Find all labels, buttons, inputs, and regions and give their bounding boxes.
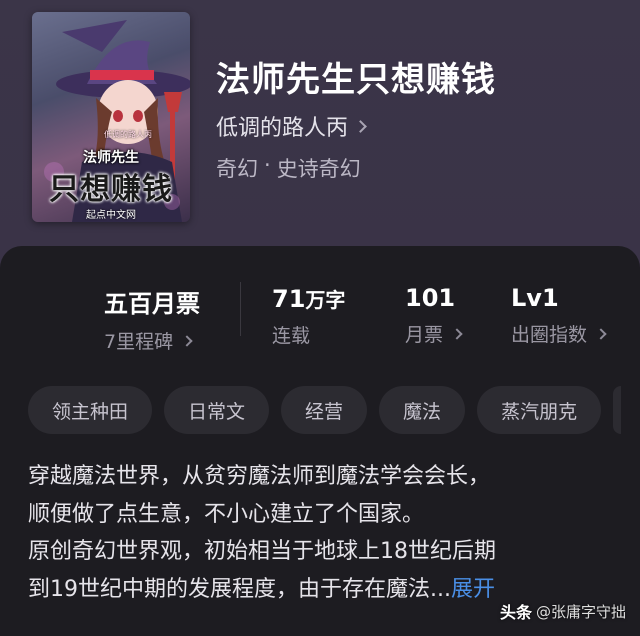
tag-chip[interactable]: 日常文: [164, 386, 270, 434]
stat-monthly-tickets-label: 月票: [405, 324, 444, 346]
stat-breakout-index[interactable]: Lv1 出圈指数: [511, 284, 607, 347]
genre-main[interactable]: 奇幻: [216, 153, 258, 183]
watermark-handle: @张庸字守拙: [535, 602, 626, 621]
genre-row: 奇幻 · 史诗奇幻: [216, 153, 361, 183]
tag-chip[interactable]: 魔法: [379, 386, 466, 434]
book-description: 穿越魔法世界，从贫穷魔法师到魔法学会会长， 顺便做了点生意，不小心建立了个国家。…: [28, 458, 628, 608]
stat-milestone-value: 五百月票: [104, 290, 200, 318]
stat-monthly-tickets-value: 101: [405, 284, 456, 312]
tag-chip[interactable]: 经营: [281, 386, 368, 434]
author-link[interactable]: 低调的路人丙: [216, 110, 367, 142]
chevron-right-icon: [354, 119, 367, 133]
cover-brand: 起点中文网: [86, 210, 136, 221]
stat-milestone-label-row: 7里程碑: [104, 327, 200, 354]
description-line: 穿越魔法世界，从贫穷魔法师到魔法学会会长，: [28, 464, 491, 489]
description-text: 到19世纪中期的发展程度，由于存在魔法...: [28, 576, 451, 602]
tag-list: 领主种田 日常文 经营 魔法 蒸汽朋克: [28, 386, 622, 434]
stats-row: 五百月票 7里程碑 71万字 连载 101 月票 Lv1 出圈指数: [0, 284, 640, 354]
book-header: 低调的路人丙 法师先生 只想赚钱 起点中文网 法师先生只想赚钱 低调的路人丙 奇…: [0, 0, 640, 250]
stat-word-count-label: 连载: [272, 325, 311, 347]
stat-monthly-tickets[interactable]: 101 月票: [405, 284, 463, 347]
tag-chip[interactable]: 蒸汽朋克: [477, 386, 602, 434]
stat-monthly-tickets-label-row: 月票: [405, 320, 463, 347]
cover-author-tag: 低调的路人丙: [104, 130, 152, 139]
stat-breakout-index-value: Lv1: [511, 284, 559, 312]
stat-milestone[interactable]: 五百月票 7里程碑: [104, 284, 200, 354]
watermark: 头条 @张庸字守拙: [500, 599, 626, 623]
tag-chip-overflow[interactable]: [613, 386, 622, 434]
tag-chip[interactable]: 领主种田: [28, 386, 153, 434]
genre-separator: ·: [264, 153, 271, 177]
description-line: 顺便做了点生意，不小心建立了个国家。: [28, 501, 425, 527]
author-name: 低调的路人丙: [216, 116, 349, 141]
stat-word-count-value: 71万字: [272, 284, 345, 313]
stats-divider: [240, 282, 241, 336]
stat-breakout-index-label-row: 出圈指数: [511, 320, 607, 347]
stat-breakout-index-label: 出圈指数: [511, 324, 588, 346]
book-cover[interactable]: 低调的路人丙 法师先生 只想赚钱 起点中文网: [32, 12, 190, 222]
stat-word-count-label-row: 连载: [272, 321, 345, 348]
stat-word-count-number: 71: [272, 285, 306, 313]
description-line: 原创奇幻世界观，初始相当于地球上18世纪后期: [28, 539, 496, 564]
chevron-right-icon: [595, 327, 607, 340]
cover-title-art: 只想赚钱: [49, 172, 173, 207]
book-title: 法师先生只想赚钱: [216, 60, 496, 100]
watermark-brand: 头条: [499, 603, 532, 622]
stat-milestone-label: 7里程碑: [104, 331, 174, 353]
stat-word-count: 71万字 连载: [272, 284, 345, 348]
genre-sub[interactable]: 史诗奇幻: [277, 153, 361, 183]
chevron-right-icon: [451, 327, 463, 340]
expand-description-link[interactable]: 展开: [451, 577, 495, 602]
stat-word-count-unit: 万字: [305, 288, 346, 312]
chevron-right-icon: [181, 334, 193, 347]
